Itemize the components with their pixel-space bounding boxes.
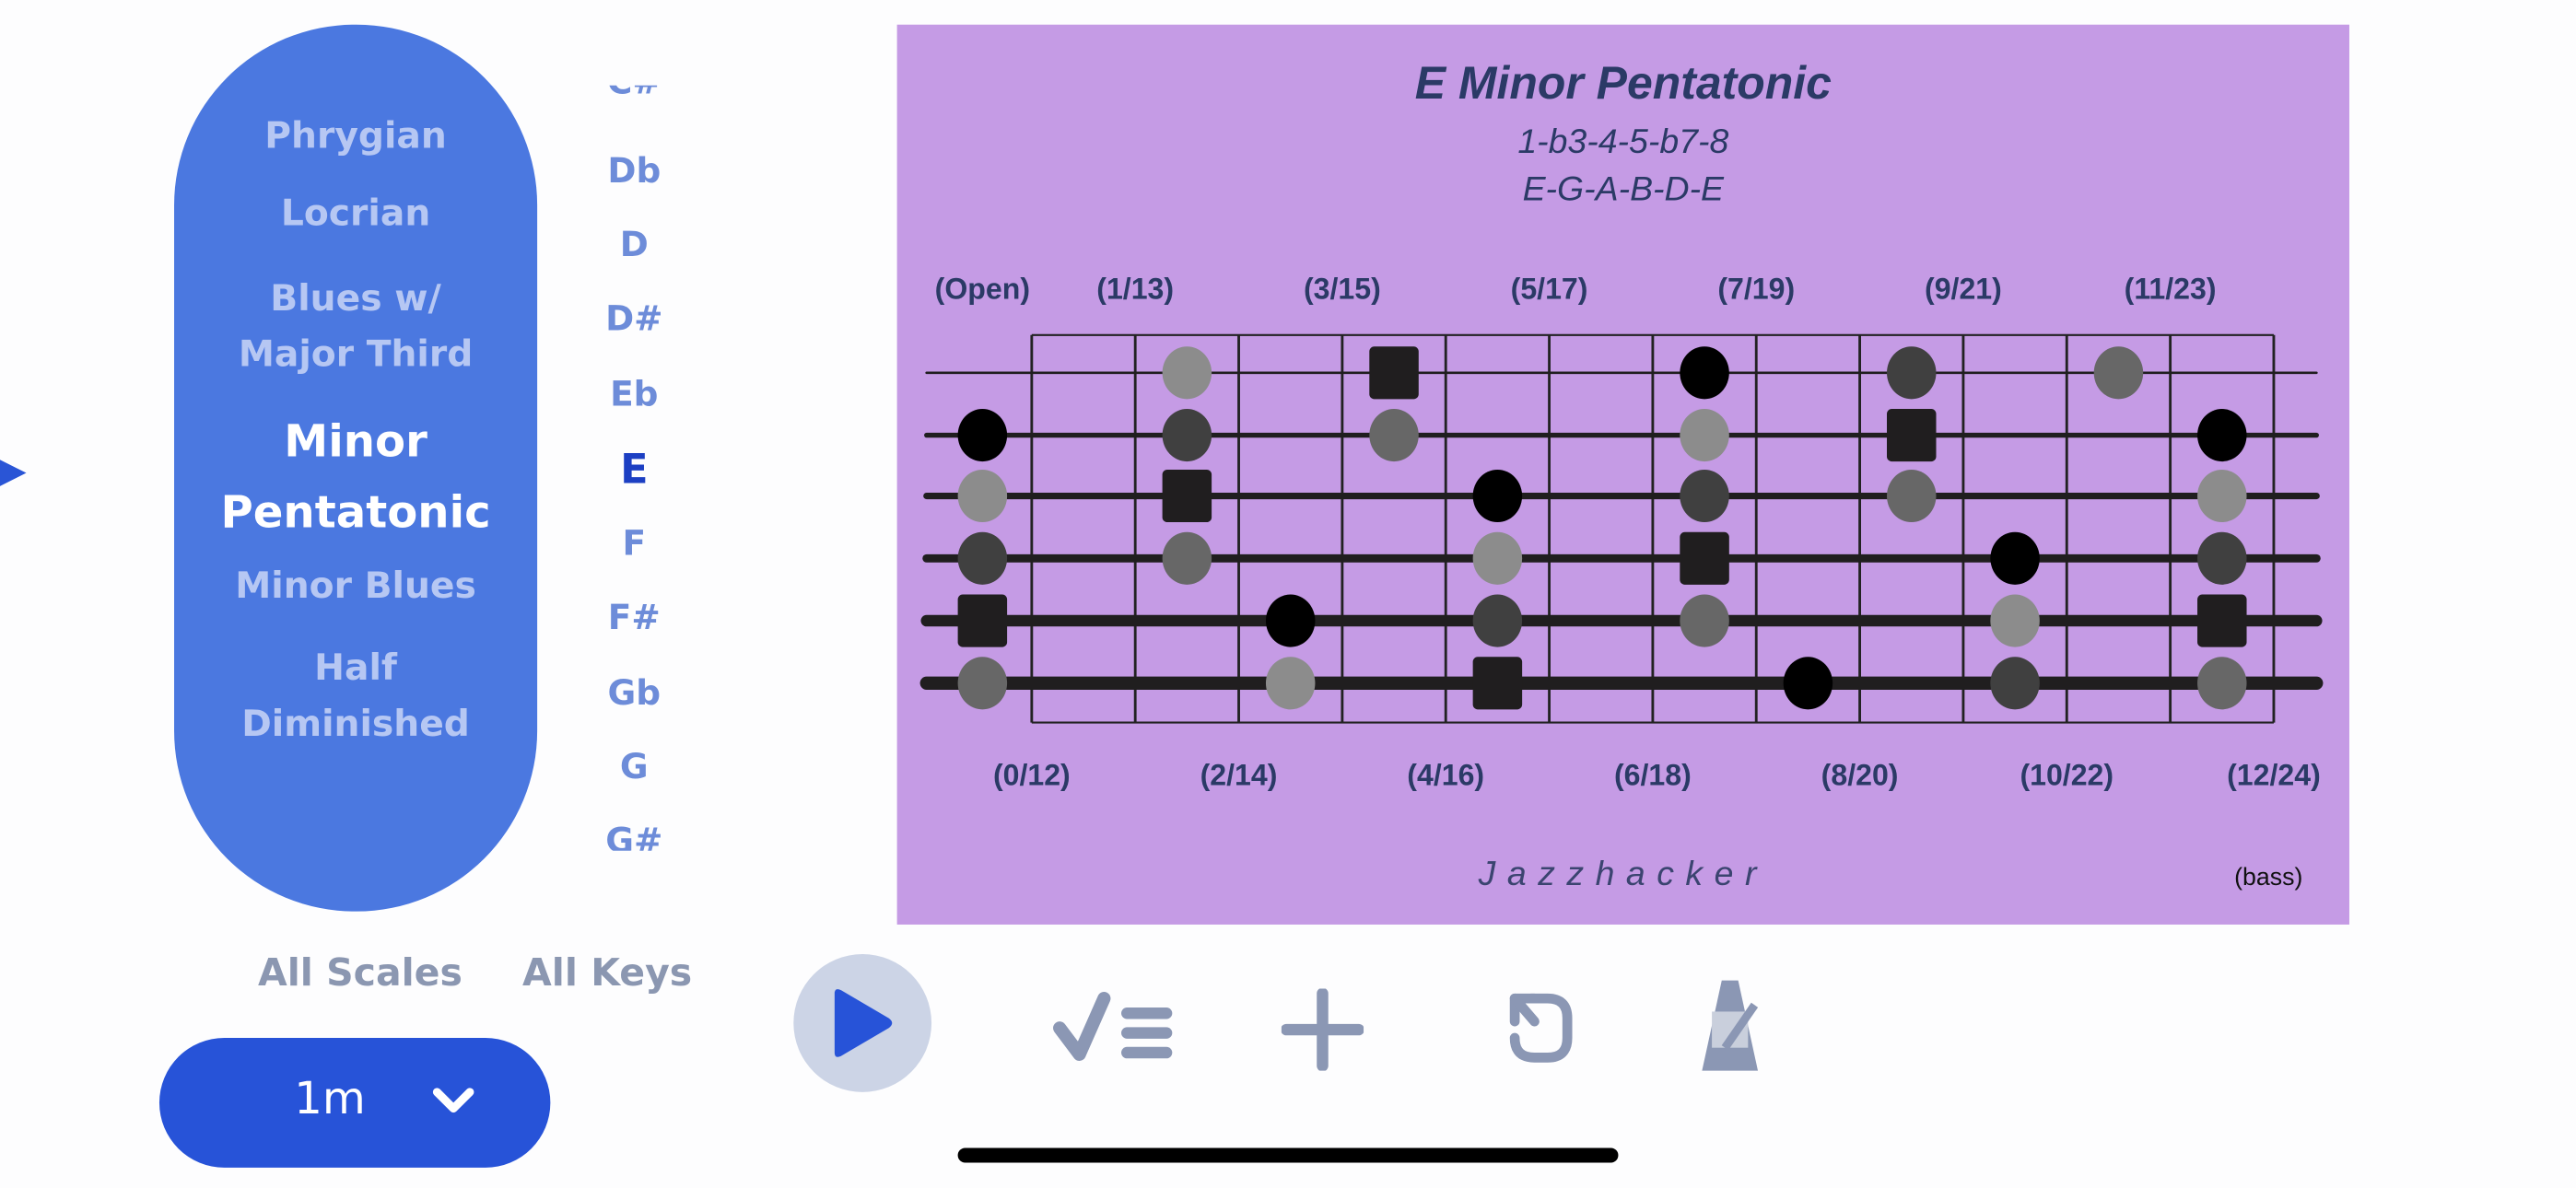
bottom-fret-label: (0/12) <box>993 758 1071 791</box>
key-option[interactable]: G# <box>568 821 700 851</box>
home-indicator <box>957 1147 1619 1163</box>
rotate-icon[interactable] <box>1498 985 1580 1067</box>
note-marker-b3 <box>1680 346 1729 400</box>
bottom-fret-label: (2/14) <box>1200 758 1278 791</box>
note-marker-b3 <box>1265 594 1316 647</box>
bottom-fret-label: (4/16) <box>1407 758 1484 791</box>
scale-option-locrian[interactable]: Locrian <box>174 187 537 243</box>
play-icon <box>834 989 893 1057</box>
key-option[interactable]: D <box>568 225 700 264</box>
previous-arrow-icon[interactable] <box>0 453 27 493</box>
note-marker-5 <box>1162 531 1212 585</box>
top-fret-label: (11/23) <box>2125 273 2217 306</box>
top-fret-label: (Open) <box>935 273 1030 306</box>
scale-diagram: E Minor Pentatonic 1-b3-4-5-b7-8 E-G-A-B… <box>896 24 2349 925</box>
note-marker-4 <box>1887 346 1937 400</box>
scale-option-minor-pentatonic-selected[interactable]: Minor Pentatonic <box>174 407 537 548</box>
top-fret-label: (5/17) <box>1511 273 1588 306</box>
key-option[interactable]: F <box>568 524 700 564</box>
bottom-fret-label: (10/22) <box>2020 758 2113 791</box>
note-marker-5 <box>2197 657 2247 710</box>
root-note-marker <box>1369 346 1419 400</box>
bottom-fret-label: (8/20) <box>1821 758 1899 791</box>
position-dropdown[interactable]: 1m <box>158 1037 551 1168</box>
note-marker-b7 <box>1162 346 1212 400</box>
note-marker-4 <box>1990 657 2040 710</box>
key-option[interactable]: G <box>568 747 700 786</box>
note-marker-b3 <box>1990 531 2040 585</box>
note-marker-4 <box>2197 531 2247 585</box>
note-marker-5 <box>1887 469 1937 523</box>
root-note-marker <box>2197 594 2247 647</box>
note-marker-b7 <box>1680 409 1729 462</box>
fretboard: (Open) (1/13) (3/15) (5/17) (7/19) (9/21) (11/… <box>919 273 2324 791</box>
note-marker-b3 <box>1783 657 1833 710</box>
scale-picker[interactable]: Phrygian Locrian Blues w/ Major Third Mi… <box>174 24 538 912</box>
all-keys-button[interactable]: All Keys <box>522 952 692 995</box>
scale-option-half-diminished[interactable]: Half Diminished <box>174 642 537 753</box>
note-marker-5 <box>957 657 1008 710</box>
note-marker-5 <box>2093 346 2144 400</box>
note-marker-b3 <box>957 409 1008 462</box>
top-fret-label: (1/13) <box>1096 273 1174 306</box>
key-option[interactable]: C# <box>568 86 700 102</box>
note-marker-4 <box>957 531 1008 585</box>
note-marker-4 <box>1162 409 1212 462</box>
all-scales-button[interactable]: All Scales <box>258 952 463 995</box>
note-marker-b7 <box>1265 657 1316 710</box>
root-note-marker <box>1680 531 1729 585</box>
bottom-fret-label: (12/24) <box>2227 758 2321 791</box>
top-fret-label: (7/19) <box>1717 273 1795 306</box>
note-marker-5 <box>1369 409 1419 462</box>
bottom-fret-label: (6/18) <box>1614 758 1692 791</box>
root-note-marker <box>1472 657 1523 710</box>
note-marker-b3 <box>2197 409 2247 462</box>
top-fret-label: (3/15) <box>1304 273 1381 306</box>
scale-option-phrygian[interactable]: Phrygian <box>174 110 537 166</box>
note-marker-b7 <box>1990 594 2040 647</box>
scale-option-blues-major-third[interactable]: Blues w/ Major Third <box>174 273 537 384</box>
metronome-icon[interactable] <box>1689 975 1771 1077</box>
key-option[interactable]: F# <box>568 598 700 637</box>
note-marker-b7 <box>957 469 1008 523</box>
root-note-marker <box>957 594 1008 647</box>
note-marker-5 <box>1680 594 1729 647</box>
note-marker-4 <box>1472 594 1523 647</box>
root-note-marker <box>1162 469 1212 523</box>
play-button[interactable] <box>793 954 932 1092</box>
scale-option-minor-blues[interactable]: Minor Blues <box>174 560 537 616</box>
plus-icon[interactable] <box>1281 988 1364 1071</box>
key-option[interactable]: Eb <box>568 375 700 414</box>
note-marker-4 <box>1680 469 1729 523</box>
chevron-down-icon <box>432 1088 474 1113</box>
checklist-icon[interactable] <box>1051 985 1183 1067</box>
key-option-selected[interactable]: E <box>568 445 700 493</box>
top-fret-label: (9/21) <box>1925 273 2002 306</box>
position-value: 1m <box>294 1074 366 1125</box>
key-option[interactable]: Gb <box>568 673 700 713</box>
key-option[interactable]: Db <box>568 151 700 191</box>
note-marker-b7 <box>1472 531 1523 585</box>
key-option[interactable]: D# <box>568 299 700 339</box>
note-marker-b7 <box>2197 469 2247 523</box>
note-marker-b3 <box>1472 469 1523 523</box>
root-note-marker <box>1887 409 1937 462</box>
key-picker[interactable]: C# Db D D# Eb E F F# Gb G G# <box>568 86 700 851</box>
